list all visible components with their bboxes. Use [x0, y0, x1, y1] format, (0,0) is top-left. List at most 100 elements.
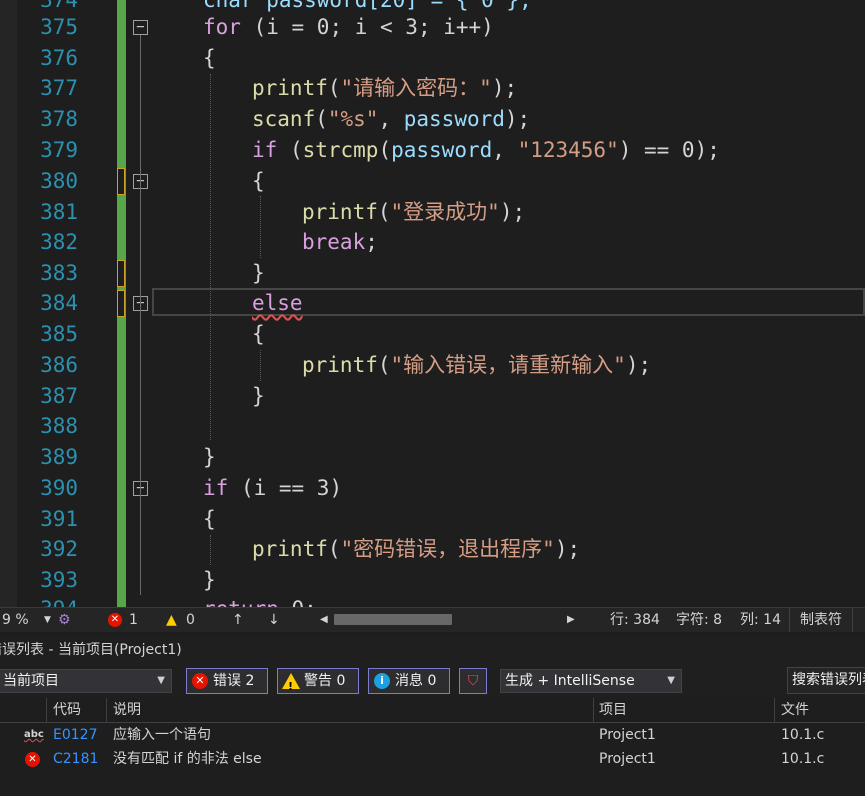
- line-number: 393: [40, 568, 78, 592]
- code-line[interactable]: 388: [0, 411, 865, 442]
- change-bar: [117, 12, 126, 43]
- collapse-toggle-icon[interactable]: −: [133, 20, 148, 35]
- error-project: Project1: [599, 751, 656, 767]
- error-description: 应输入一个语句: [113, 727, 211, 743]
- editor-status-bar: 9 % ▼ ⚙ ✕ 1 ▲ 0 ↑ ↓ ◀ ▶ 行: 384 字符: 8 列: …: [0, 607, 865, 632]
- build-source-dropdown[interactable]: 生成 + IntelliSense ▼: [500, 669, 682, 693]
- change-bar: [117, 104, 126, 135]
- code-text: }: [203, 568, 216, 592]
- filter-icon: ⛉: [467, 673, 479, 689]
- code-text: {: [203, 46, 216, 70]
- column-header-project[interactable]: 项目: [599, 698, 627, 722]
- table-row[interactable]: abc E0127 应输入一个语句 Project1 10.1.c: [0, 723, 865, 747]
- code-line[interactable]: 392 printf("密码错误，退出程序");: [0, 534, 865, 565]
- code-text: }: [252, 384, 265, 408]
- warning-count[interactable]: 0: [186, 608, 195, 632]
- code-line[interactable]: 379 if (strcmp(password, "123456") == 0)…: [0, 135, 865, 166]
- code-line[interactable]: 394 return 0;: [0, 594, 865, 607]
- code-line[interactable]: 380 − {: [0, 166, 865, 197]
- line-number: 381: [40, 200, 78, 224]
- warnings-filter-button[interactable]: ! 警告 0: [277, 668, 359, 694]
- code-text: printf("登录成功");: [302, 200, 526, 224]
- char-indicator[interactable]: 字符: 8: [676, 608, 722, 632]
- zoom-level[interactable]: 9 %: [2, 608, 29, 632]
- change-bar: [117, 534, 126, 565]
- indent-guide: [260, 196, 261, 258]
- code-line[interactable]: 391 {: [0, 504, 865, 535]
- table-row[interactable]: ✕ C2181 没有匹配 if 的非法 else Project1 10.1.c: [0, 747, 865, 771]
- scroll-left-icon[interactable]: ◀: [320, 608, 328, 632]
- search-placeholder: 搜索错误列表: [792, 672, 865, 688]
- search-error-list-input[interactable]: 搜索错误列表: [787, 667, 865, 694]
- line-number: 390: [40, 476, 78, 500]
- error-code[interactable]: C2181: [53, 747, 98, 771]
- info-icon: i: [374, 673, 390, 689]
- messages-filter-label: 消息 0: [395, 673, 437, 689]
- change-bar: [117, 411, 126, 442]
- code-line[interactable]: 390 − if (i == 3): [0, 473, 865, 504]
- line-number: 382: [40, 230, 78, 254]
- column-separator: [46, 698, 47, 722]
- column-header-file[interactable]: 文件: [781, 698, 809, 722]
- change-bar: [117, 350, 126, 381]
- messages-filter-button[interactable]: i 消息 0: [368, 668, 450, 694]
- code-text: }: [203, 445, 216, 469]
- zoom-dropdown-icon[interactable]: ▼: [44, 608, 51, 632]
- intellicode-icon[interactable]: ⚙: [58, 608, 71, 632]
- change-bar: [117, 381, 126, 412]
- line-indicator[interactable]: 行: 384: [610, 608, 660, 632]
- col-indicator[interactable]: 列: 14: [740, 608, 781, 632]
- next-issue-icon[interactable]: ↓: [268, 608, 280, 632]
- change-bar: [117, 227, 126, 258]
- code-editor[interactable]: 374 char password[20] = { 0 }; 375 − for…: [0, 0, 865, 607]
- code-line[interactable]: 384 − else: [0, 288, 865, 319]
- column-header-code[interactable]: 代码: [53, 698, 81, 722]
- error-squiggle: else: [252, 291, 303, 315]
- code-line[interactable]: 381 printf("登录成功");: [0, 197, 865, 228]
- error-description: 没有匹配 if 的非法 else: [113, 751, 262, 767]
- code-line[interactable]: 377 printf("请输入密码：");: [0, 73, 865, 104]
- code-line[interactable]: 389 }: [0, 442, 865, 473]
- errors-filter-button[interactable]: ✕ 错误 2: [186, 668, 268, 694]
- code-line[interactable]: 376 {: [0, 43, 865, 74]
- change-bar: [117, 473, 126, 504]
- error-count[interactable]: 1: [129, 608, 138, 632]
- line-number: 379: [40, 138, 78, 162]
- code-line[interactable]: 393 }: [0, 565, 865, 596]
- change-bar: [117, 442, 126, 473]
- outline-guide: [140, 35, 141, 595]
- error-file: 10.1.c: [781, 727, 825, 743]
- code-line[interactable]: 386 printf("输入错误，请重新输入");: [0, 350, 865, 381]
- code-text: {: [252, 322, 265, 346]
- scroll-right-icon[interactable]: ▶: [567, 608, 575, 632]
- change-bar: [117, 565, 126, 596]
- code-line[interactable]: 375 − for (i = 0; i < 3; i++): [0, 12, 865, 43]
- code-line[interactable]: 378 scanf("%s", password);: [0, 104, 865, 135]
- code-text: break;: [302, 230, 378, 254]
- filter-toggle-button[interactable]: ⛉: [459, 668, 487, 694]
- indent-guide: [210, 74, 211, 440]
- line-number: 385: [40, 322, 78, 346]
- code-line[interactable]: 387 }: [0, 381, 865, 412]
- tabs-indicator[interactable]: 制表符: [800, 608, 842, 632]
- code-line[interactable]: 382 break;: [0, 227, 865, 258]
- code-text: {: [203, 507, 216, 531]
- divider: [789, 608, 790, 632]
- previous-issue-icon[interactable]: ↑: [232, 608, 244, 632]
- code-text: return 0;: [203, 594, 317, 607]
- code-line[interactable]: 383 }: [0, 258, 865, 289]
- change-bar: [117, 319, 126, 350]
- column-header-description[interactable]: 说明: [113, 698, 141, 722]
- change-bar: [117, 135, 126, 166]
- unsaved-change-marker: [117, 290, 125, 317]
- error-code[interactable]: E0127: [53, 723, 97, 747]
- error-project: Project1: [599, 727, 656, 743]
- code-text: {: [252, 169, 265, 193]
- change-bar: [117, 197, 126, 228]
- scope-dropdown[interactable]: 当前项目 ▼: [0, 669, 172, 693]
- code-line[interactable]: 385 {: [0, 319, 865, 350]
- warnings-filter-label: 警告 0: [304, 673, 346, 689]
- line-number: 391: [40, 507, 78, 531]
- horizontal-scrollbar-thumb[interactable]: [334, 614, 452, 625]
- line-number: 387: [40, 384, 78, 408]
